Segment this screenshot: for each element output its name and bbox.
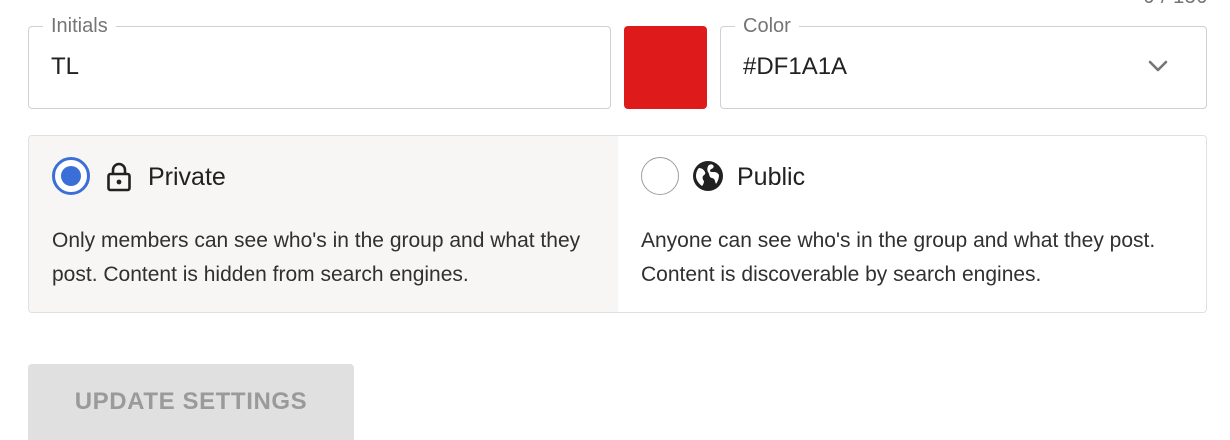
lock-icon [107,162,131,192]
chevron-down-icon[interactable] [1148,60,1168,74]
public-title: Public [737,163,806,191]
color-label: Color [735,13,799,39]
color-value: #DF1A1A [743,53,848,80]
private-option[interactable]: Private Only members can see who's in th… [29,136,618,312]
color-select[interactable]: Color #DF1A1A [720,13,1207,109]
public-radio[interactable] [641,157,679,195]
initials-input[interactable] [51,51,591,83]
public-description: Anyone can see who's in the group and wh… [641,229,1156,286]
privacy-options: Private Only members can see who's in th… [28,135,1207,313]
color-swatch[interactable] [624,26,707,109]
group-settings-form: 0 / 150 Initials Color #DF1A1A Private O… [0,0,1230,440]
private-description: Only members can see who's in the group … [52,229,581,286]
private-title: Private [148,163,226,191]
initials-field[interactable]: Initials [28,13,611,109]
public-option[interactable]: Public Anyone can see who's in the group… [618,136,1206,312]
character-counter: 0 / 150 [1143,0,1208,9]
private-radio[interactable] [52,157,90,195]
globe-icon [693,161,723,191]
update-settings-button[interactable]: UPDATE SETTINGS [28,364,354,440]
initials-label: Initials [43,13,116,39]
